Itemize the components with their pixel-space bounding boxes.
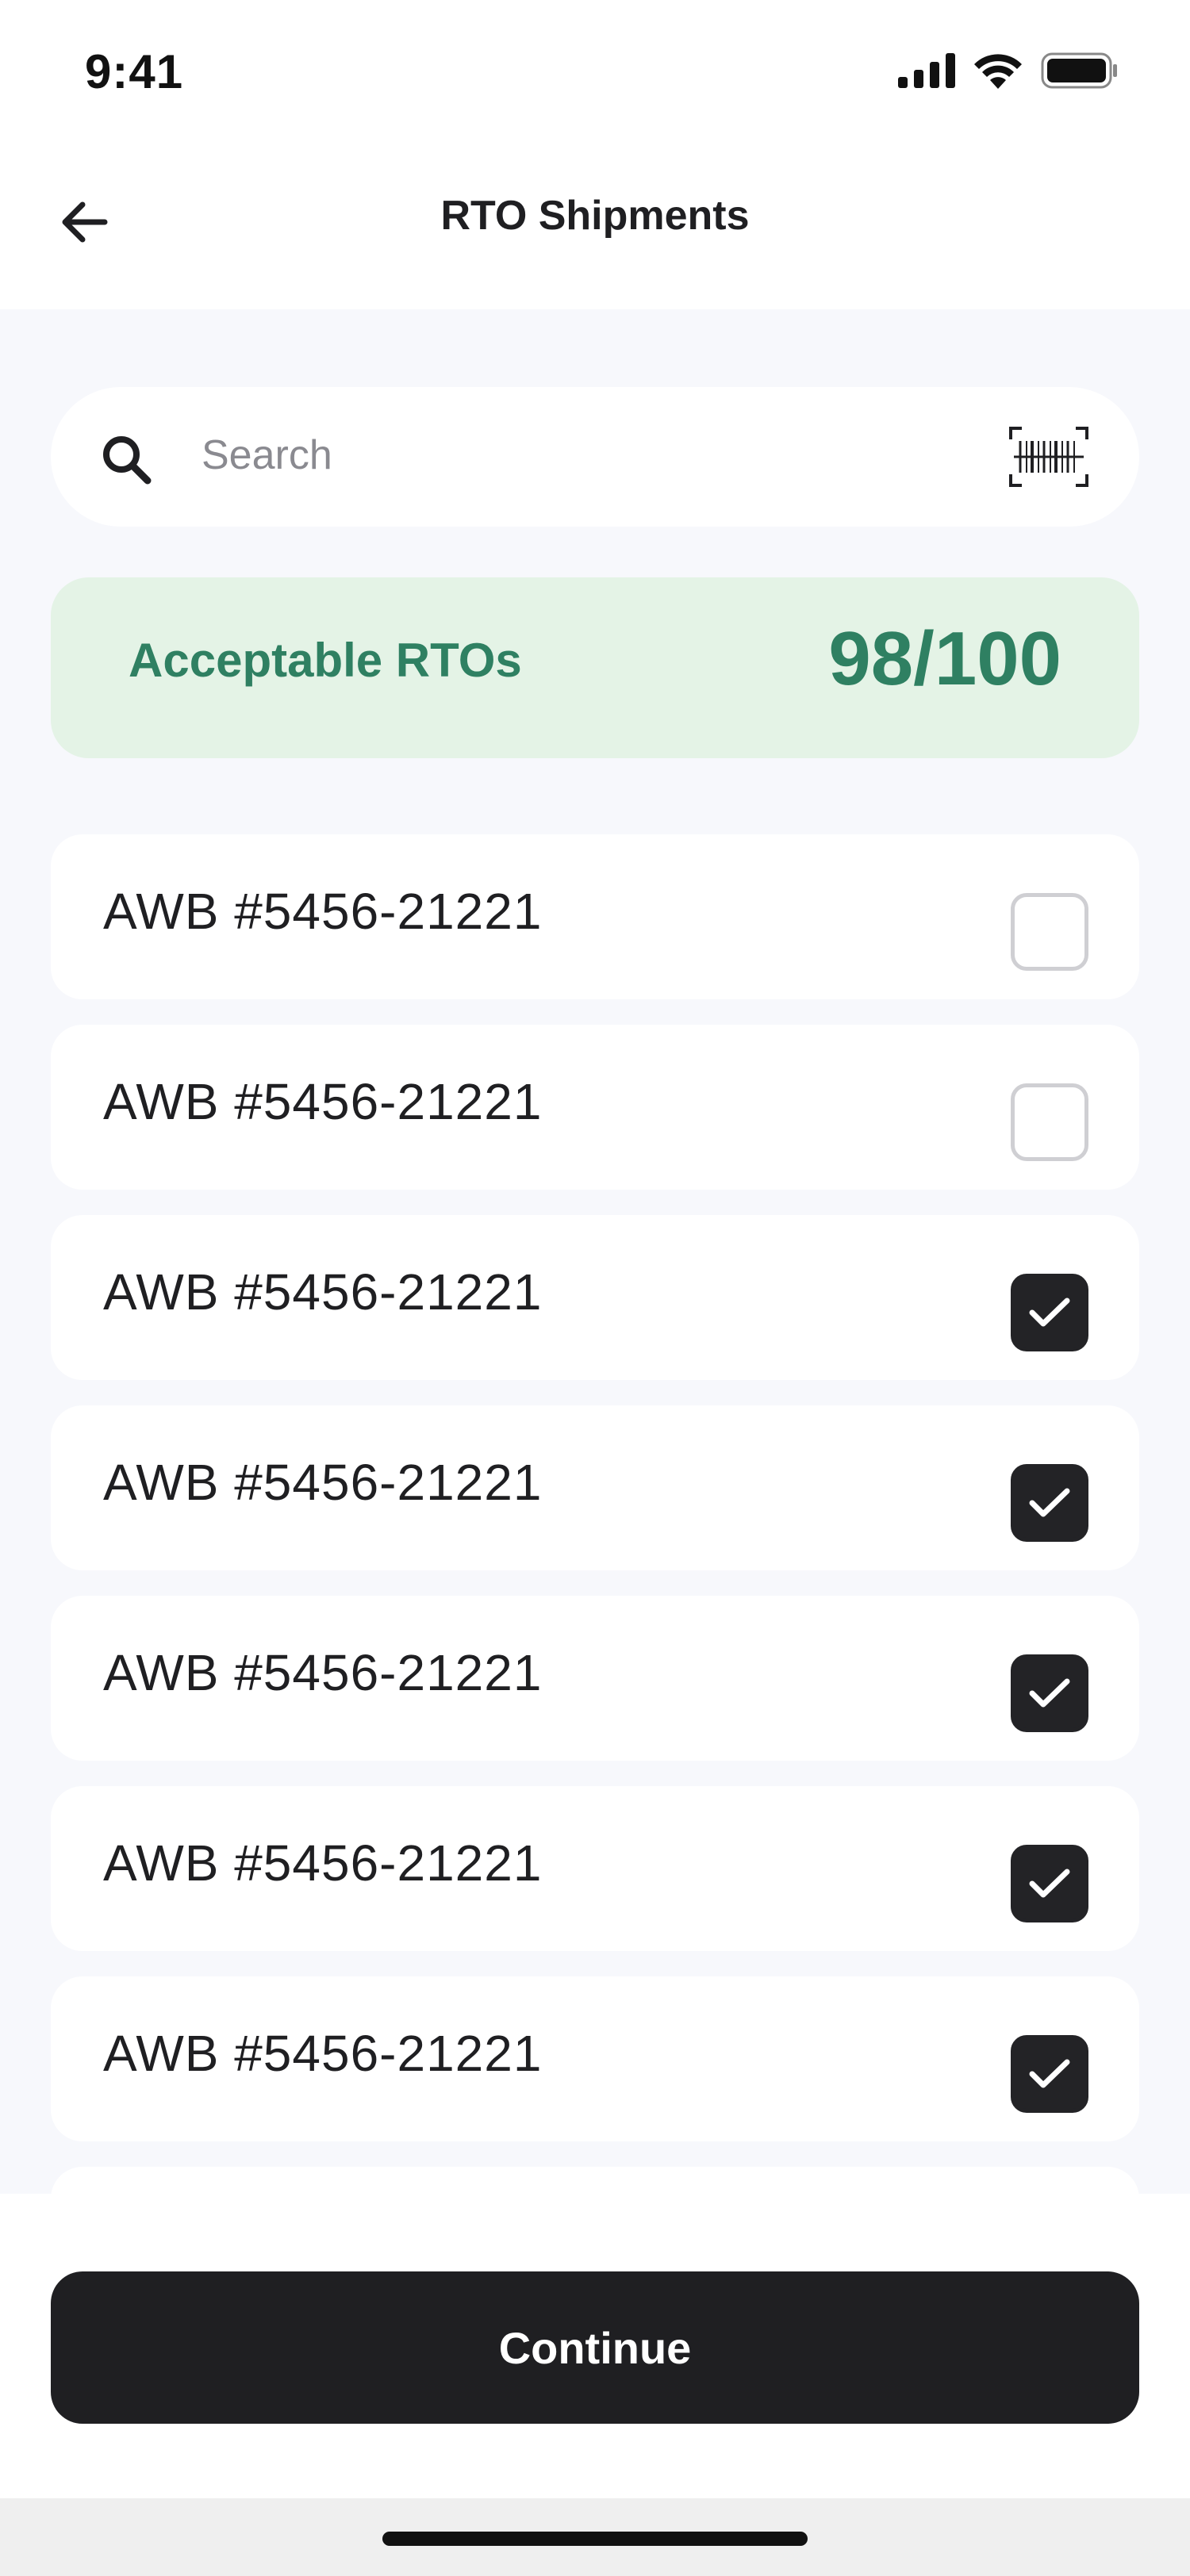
checkmark-icon — [1029, 2059, 1070, 2088]
shipment-row[interactable]: AWB #5456-21221 — [51, 1786, 1139, 1951]
search-input[interactable] — [202, 424, 963, 487]
continue-button[interactable]: Continue — [51, 2271, 1139, 2424]
shipment-checkbox[interactable] — [1011, 1464, 1088, 1542]
shipment-row[interactable] — [51, 2167, 1139, 2194]
awb-number: AWB #5456-21221 — [103, 1834, 543, 1892]
barcode-scan-icon — [1009, 427, 1088, 487]
battery-icon — [1041, 52, 1117, 89]
barcode-scan-button[interactable] — [1008, 425, 1090, 489]
awb-number: AWB #5456-21221 — [103, 1454, 543, 1511]
status-bar: 9:41 — [0, 0, 1190, 151]
shipment-checkbox[interactable] — [1011, 1845, 1088, 1922]
shipment-checkbox[interactable] — [1011, 2035, 1088, 2113]
status-time: 9:41 — [85, 45, 184, 98]
shipment-checkbox[interactable] — [1011, 893, 1088, 971]
shipment-checkbox[interactable] — [1011, 1274, 1088, 1351]
awb-number: AWB #5456-21221 — [103, 2025, 543, 2082]
shipment-row[interactable]: AWB #5456-21221 — [51, 1405, 1139, 1570]
acceptable-rtos-label: Acceptable RTOs — [129, 634, 522, 687]
awb-number: AWB #5456-21221 — [103, 1073, 543, 1130]
shipment-row[interactable]: AWB #5456-21221 — [51, 1025, 1139, 1190]
shipment-checkbox[interactable] — [1011, 1654, 1088, 1732]
home-indicator — [382, 2532, 808, 2546]
awb-number: AWB #5456-21221 — [103, 1263, 543, 1321]
shipment-list: AWB #5456-21221 AWB #5456-21221 AWB #5456-… — [51, 834, 1139, 2194]
wifi-icon — [974, 54, 1022, 89]
checkmark-icon — [1029, 1678, 1070, 1708]
page-title: RTO Shipments — [440, 193, 750, 239]
checkmark-icon — [1029, 1488, 1070, 1517]
shipment-checkbox[interactable] — [1011, 1083, 1088, 1161]
signal-icon — [898, 53, 955, 88]
shipment-row[interactable]: AWB #5456-21221 — [51, 1596, 1139, 1761]
awb-number: AWB #5456-21221 — [103, 1644, 543, 1701]
acceptable-rtos-count: 98/100 — [828, 616, 1061, 701]
status-icons — [898, 52, 1119, 89]
shipment-row[interactable]: AWB #5456-21221 — [51, 1215, 1139, 1380]
shipment-row[interactable]: AWB #5456-21221 — [51, 834, 1139, 999]
search-icon — [98, 431, 155, 489]
checkmark-icon — [1029, 1298, 1070, 1327]
shipment-row[interactable]: AWB #5456-21221 — [51, 1976, 1139, 2141]
awb-number: AWB #5456-21221 — [103, 883, 543, 940]
checkmark-icon — [1029, 1869, 1070, 1898]
